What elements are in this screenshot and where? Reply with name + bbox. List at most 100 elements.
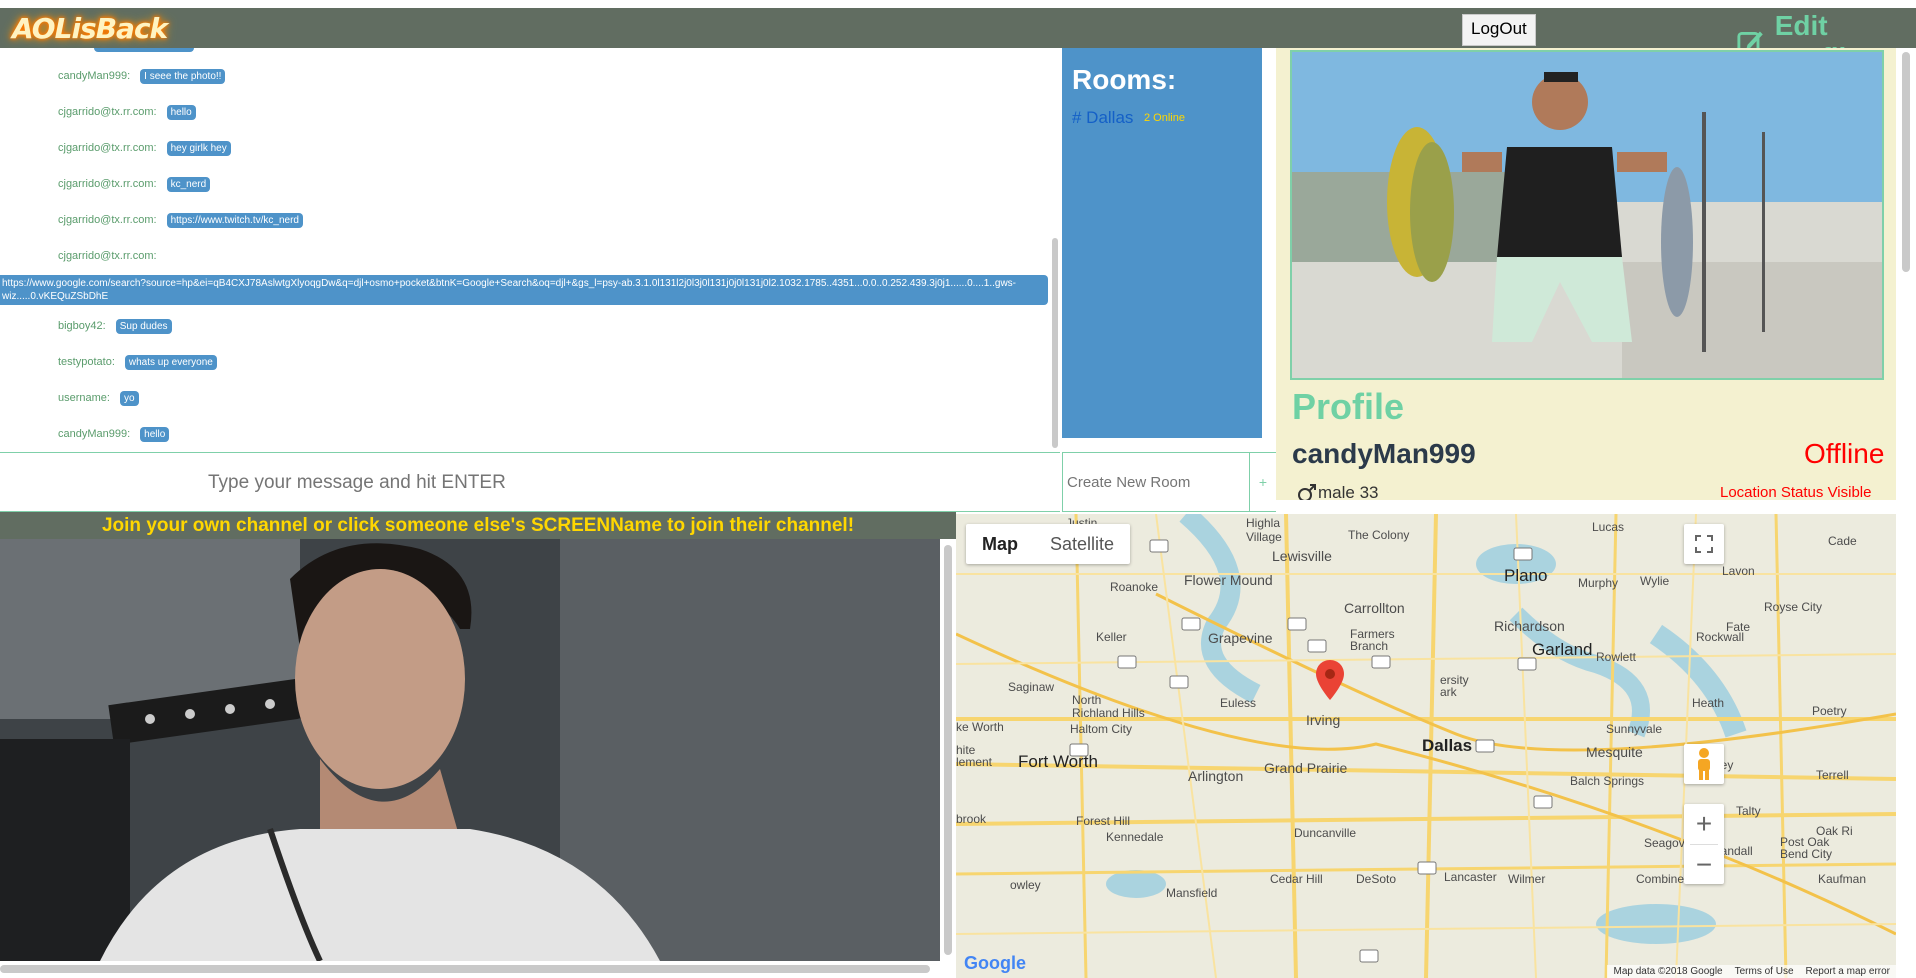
message-username[interactable]: bigboy42: [58, 320, 106, 332]
map-label: Duncanville [1294, 826, 1357, 840]
map-label: ke Worth [956, 720, 1004, 734]
map-label: Lavon [1722, 564, 1755, 578]
google-logo: Google [964, 953, 1026, 974]
map-label: Flower Mound [1184, 572, 1273, 588]
map-label: Lucas [1592, 520, 1625, 534]
new-room-input[interactable] [1063, 453, 1239, 511]
map-label: Kennedale [1106, 830, 1164, 844]
map-label: owley [1010, 878, 1041, 892]
message-text: kc_nerd [166, 176, 211, 192]
map-label: Lancaster [1444, 870, 1497, 884]
chat-message: candyMan999: hello [58, 424, 170, 444]
message-text: yo [119, 390, 139, 406]
map-label: Farmers Branch [1350, 627, 1395, 653]
message-text: I seee the photo!! [140, 68, 226, 84]
message-username[interactable]: cjgarrido@tx.rr.com: [58, 214, 157, 226]
map-label: Richardson [1494, 618, 1565, 634]
message-username[interactable]: candyMan999: [58, 70, 130, 82]
map-label: Mesquite [1586, 744, 1643, 760]
new-room-input-box [1062, 452, 1250, 512]
logout-button[interactable]: LogOut [1462, 14, 1536, 46]
map-label: Wilmer [1508, 872, 1546, 886]
message-username[interactable]: candyMan999: [58, 428, 130, 440]
map-label: Plano [1504, 566, 1548, 585]
map-type-satellite-button[interactable]: Satellite [1034, 524, 1130, 564]
map-data-attribution: Map data ©2018 Google [1613, 966, 1723, 977]
webcam-video[interactable] [0, 539, 940, 961]
male-icon [1298, 484, 1316, 500]
message-username[interactable]: cjgarrido@tx.rr.com: [58, 142, 157, 154]
map-label: Fort Worth [1018, 752, 1098, 771]
map-label: hite lement [956, 743, 993, 769]
map-label: Heath [1692, 696, 1725, 710]
map-label: Balch Springs [1570, 774, 1645, 788]
map-label: Talty [1736, 804, 1761, 818]
map-label: Dallas [1422, 736, 1473, 755]
fullscreen-button[interactable] [1684, 524, 1724, 564]
message-username[interactable]: cjgarrido@tx.rr.com: [58, 250, 157, 262]
message-text: hello [140, 426, 170, 442]
add-room-button[interactable]: + [1250, 452, 1276, 512]
map-label: DeSoto [1356, 872, 1397, 886]
partial-bubble [94, 48, 194, 52]
zoom-out-button[interactable]: − [1684, 845, 1724, 884]
chat-scrollbar[interactable] [1052, 238, 1058, 448]
location-pin-icon[interactable] [1316, 660, 1344, 700]
chat-message: testypotato: whats up everyone [58, 352, 217, 372]
map-label: Rockwall [1696, 630, 1745, 644]
map-label: Highla [1246, 516, 1281, 530]
message-text: hello [166, 104, 196, 120]
map-label: Garland [1532, 640, 1593, 659]
chat-message: cjgarrido@tx.rr.com: hey girlk hey [58, 138, 231, 158]
street-view-pegman-button[interactable] [1684, 744, 1724, 784]
map-label: Village [1246, 530, 1282, 544]
map-label: Cade [1828, 534, 1857, 548]
map-label: Forest Hill [1076, 814, 1131, 828]
message-username[interactable]: cjgarrido@tx.rr.com: [58, 178, 157, 190]
video-horizontal-scrollbar[interactable] [0, 965, 930, 973]
location-status: Location Status Visible [1720, 484, 1872, 500]
profile-username: candyMan999 [1292, 438, 1476, 469]
terms-of-use-link[interactable]: Terms of Use [1735, 966, 1794, 977]
map-label: Royse City [1764, 600, 1823, 614]
map-label: Wylie [1640, 574, 1670, 588]
top-nav-bar: AOLisBack LogOut Edit Profile [0, 8, 1916, 73]
message-text[interactable]: https://www.twitch.tv/kc_nerd [166, 212, 303, 228]
page-scrollbar[interactable] [1902, 52, 1910, 272]
profile-gender-age: male 33 [1296, 482, 1378, 500]
map-label: Terrell [1816, 768, 1849, 782]
message-text: hey girlk hey [166, 140, 231, 156]
zoom-control: + − [1684, 804, 1724, 884]
map-type-map-button[interactable]: Map [966, 524, 1034, 564]
map-label: Mansfield [1166, 886, 1218, 900]
map-label: Cedar Hill [1270, 872, 1323, 886]
report-map-error-link[interactable]: Report a map error [1806, 966, 1890, 977]
profile-panel: Profile candyMan999 Offline male 33 Loca… [1276, 48, 1896, 500]
message-username[interactable]: cjgarrido@tx.rr.com: [58, 106, 157, 118]
rooms-panel: Rooms: # Dallas 2 Online [1062, 48, 1262, 438]
map-label: Combine [1636, 872, 1685, 886]
location-map[interactable]: Justin Highla Village The Colony Lewisvi… [956, 514, 1896, 978]
room-link-dallas[interactable]: # Dallas [1072, 108, 1133, 128]
message-text-long[interactable]: https://www.google.com/search?source=hp&… [0, 275, 1048, 305]
video-vertical-scrollbar[interactable] [944, 545, 952, 955]
map-footer: Map data ©2018 Google Terms of Use Repor… [1607, 965, 1896, 978]
webcam-frame [0, 539, 940, 961]
chat-message: username: yo [58, 388, 139, 408]
gender-age-text: male 33 [1318, 483, 1379, 500]
zoom-in-button[interactable]: + [1684, 804, 1724, 844]
map-label: Haltom City [1070, 722, 1133, 736]
chat-messages-panel[interactable]: candyMan999: I seee the photo!! cjgarrid… [0, 48, 1060, 452]
map-label: Euless [1220, 696, 1257, 710]
map-label: North Richland Hills [1072, 693, 1145, 720]
google-logo-text: Google [964, 953, 1026, 973]
map-label: Poetry [1812, 704, 1847, 718]
message-username[interactable]: username: [58, 392, 110, 404]
message-text: Sup dudes [115, 318, 172, 334]
map-label: Roanoke [1110, 580, 1159, 594]
app-logo[interactable]: AOLisBack [12, 12, 168, 45]
message-username[interactable]: testypotato: [58, 356, 115, 368]
chat-message: bigboy42: Sup dudes [58, 316, 172, 336]
pegman-icon [1698, 748, 1710, 780]
chat-message: candyMan999: I seee the photo!! [58, 66, 226, 86]
